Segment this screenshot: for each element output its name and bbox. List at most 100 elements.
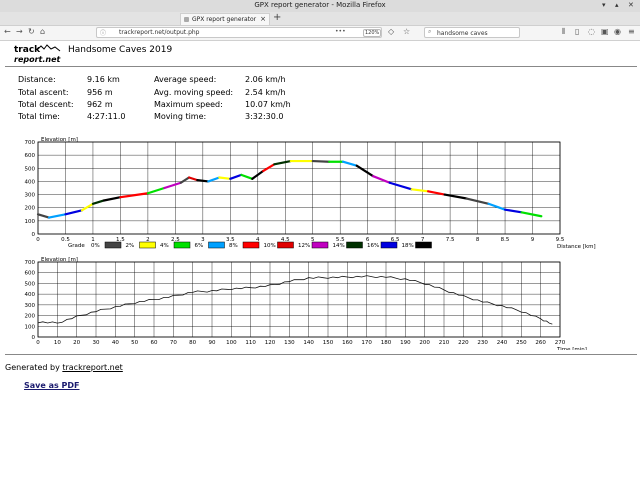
extension-icon-2[interactable]: ▣ [601, 27, 609, 36]
forward-icon[interactable]: → [16, 27, 23, 36]
zoom-level-indicator[interactable]: 120% [363, 29, 382, 37]
maximize-icon[interactable]: ▴ [615, 1, 619, 9]
logo-text-report: report.net [14, 55, 61, 64]
x-tick-label: 250 [516, 340, 527, 346]
legend-label: 2% [126, 243, 135, 249]
x-tick-label: 190 [400, 340, 411, 346]
home-icon[interactable]: ⌂ [40, 27, 45, 36]
elevation-segment [47, 213, 67, 219]
new-tab-icon[interactable]: + [273, 12, 281, 23]
legend-label: 8% [229, 243, 238, 249]
site-info-icon[interactable]: ⓘ [100, 28, 106, 37]
stat-value-maximum-speed: 10.07 km/h [245, 100, 291, 109]
minimize-icon[interactable]: ▾ [602, 1, 606, 9]
search-input[interactable] [437, 29, 517, 37]
y-tick-label: 500 [25, 281, 36, 287]
elevation-segment [64, 209, 84, 216]
y-tick-label: 200 [25, 206, 36, 212]
stat-label-total-descent: Total descent: [18, 100, 74, 109]
elevation-segment [36, 213, 51, 219]
x-tick-label: 150 [323, 340, 334, 346]
elevation-distance-chart: 0 0.5 1 1.5 2 2.5 3 3.5 4 4.5 5 5.5 6 6.5 7 7.5 8 8.5 9 9.5… [25, 137, 596, 250]
x-tick-label: 220 [458, 340, 469, 346]
tab-bar: GPX report generator × + [0, 12, 640, 26]
extension-icon[interactable]: ◌ [588, 27, 595, 36]
extension-icon-3[interactable]: ◉ [614, 27, 621, 36]
x-tick-label: 120 [265, 340, 276, 346]
page-actions-icon[interactable]: ••• [335, 28, 346, 35]
legend-label: 6% [195, 243, 204, 249]
legend-label: 10% [264, 243, 276, 249]
y-tick-label: 400 [25, 292, 36, 298]
legend-swatch [173, 241, 191, 249]
x-tick-label: 8 [476, 237, 480, 243]
y-tick-label: 0 [32, 232, 36, 238]
x-tick-label: 230 [477, 340, 488, 346]
stat-label-average-speed: Average speed: [154, 75, 217, 84]
library-icon[interactable]: ⫴ [562, 27, 565, 37]
stat-label-distance: Distance: [18, 75, 56, 84]
menu-icon[interactable]: ≡ [628, 27, 635, 36]
stat-value-total-descent: 962 m [87, 100, 113, 109]
close-window-icon[interactable]: ✕ [628, 1, 634, 9]
tab-gpx-report[interactable]: GPX report generator × [180, 13, 270, 25]
stat-value-moving-time: 3:32:30.0 [245, 112, 284, 121]
y-tick-label: 100 [25, 219, 36, 225]
trackreport-logo[interactable]: track report.net [13, 43, 61, 65]
elevation-segment [119, 192, 149, 199]
x-tick-label: 30 [93, 340, 100, 346]
reload-icon[interactable]: ↻ [28, 27, 35, 36]
x-tick-label: 9.5 [556, 237, 565, 243]
x-tick-label: 100 [226, 340, 237, 346]
elevation-time-chart: 0 10 20 30 40 50 60 70 80 90 100 110 120 130 140 150 160… [25, 257, 587, 350]
url-text[interactable]: trackreport.net/output.php [119, 29, 200, 36]
elevation-segment [503, 208, 523, 214]
y-tick-label: 600 [25, 153, 36, 159]
stat-label-total-ascent: Total ascent: [18, 88, 69, 97]
x-tick-label: 20 [73, 340, 80, 346]
x-tick-label: 10 [54, 340, 61, 346]
x-tick-label: 0 [36, 237, 40, 243]
elevation-segment [410, 188, 430, 193]
legend-swatch [277, 241, 294, 249]
generated-by-text: Generated by trackreport.net [5, 363, 123, 372]
legend-label: 18% [402, 243, 414, 249]
save-as-pdf-link[interactable]: Save as PDF [24, 381, 80, 390]
sidebar-icon[interactable]: ▯ [575, 27, 579, 36]
tab-label: GPX report generator [192, 16, 257, 23]
y-tick-label: 300 [25, 193, 36, 199]
y-tick-label: 0 [32, 335, 36, 341]
legend-swatch [311, 241, 329, 249]
back-icon[interactable]: ← [4, 27, 11, 36]
legend-label: 14% [333, 243, 345, 249]
elevation-segment [372, 175, 391, 184]
x-tick-label: 0 [36, 340, 40, 346]
search-icon: ⌕ [428, 28, 432, 35]
y-tick-label: 200 [25, 314, 36, 320]
report-title: Handsome Caves 2019 [68, 45, 173, 55]
bookmark-star-icon[interactable]: ☆ [403, 27, 410, 36]
elevation-segment [218, 176, 232, 180]
close-tab-icon[interactable]: × [260, 15, 266, 23]
x-tick-label: 160 [342, 340, 353, 346]
y-axis-label: Elevation [m] [41, 257, 78, 263]
x-tick-label: 50 [131, 340, 138, 346]
generated-by-prefix: Generated by [5, 363, 63, 372]
stat-value-total-ascent: 956 m [87, 88, 113, 97]
elevation-segment [388, 181, 413, 191]
pocket-icon[interactable]: ◇ [388, 27, 394, 36]
y-tick-label: 600 [25, 271, 36, 277]
search-bar[interactable]: ⌕ [424, 27, 520, 38]
elevation-segment [520, 211, 543, 218]
elevation-segment [487, 202, 507, 211]
x-tick-label: 130 [284, 340, 295, 346]
url-bar[interactable]: ⓘ trackreport.net/output.php ••• 120% [96, 27, 382, 38]
divider [5, 354, 637, 355]
trackreport-link[interactable]: trackreport.net [62, 363, 122, 372]
elevation-segment [163, 181, 182, 190]
x-tick-label: 210 [439, 340, 450, 346]
legend-swatch [346, 241, 363, 249]
elevation-segment [196, 179, 210, 183]
stat-label-total-time: Total time: [18, 112, 60, 121]
elevation-segment [355, 164, 375, 178]
